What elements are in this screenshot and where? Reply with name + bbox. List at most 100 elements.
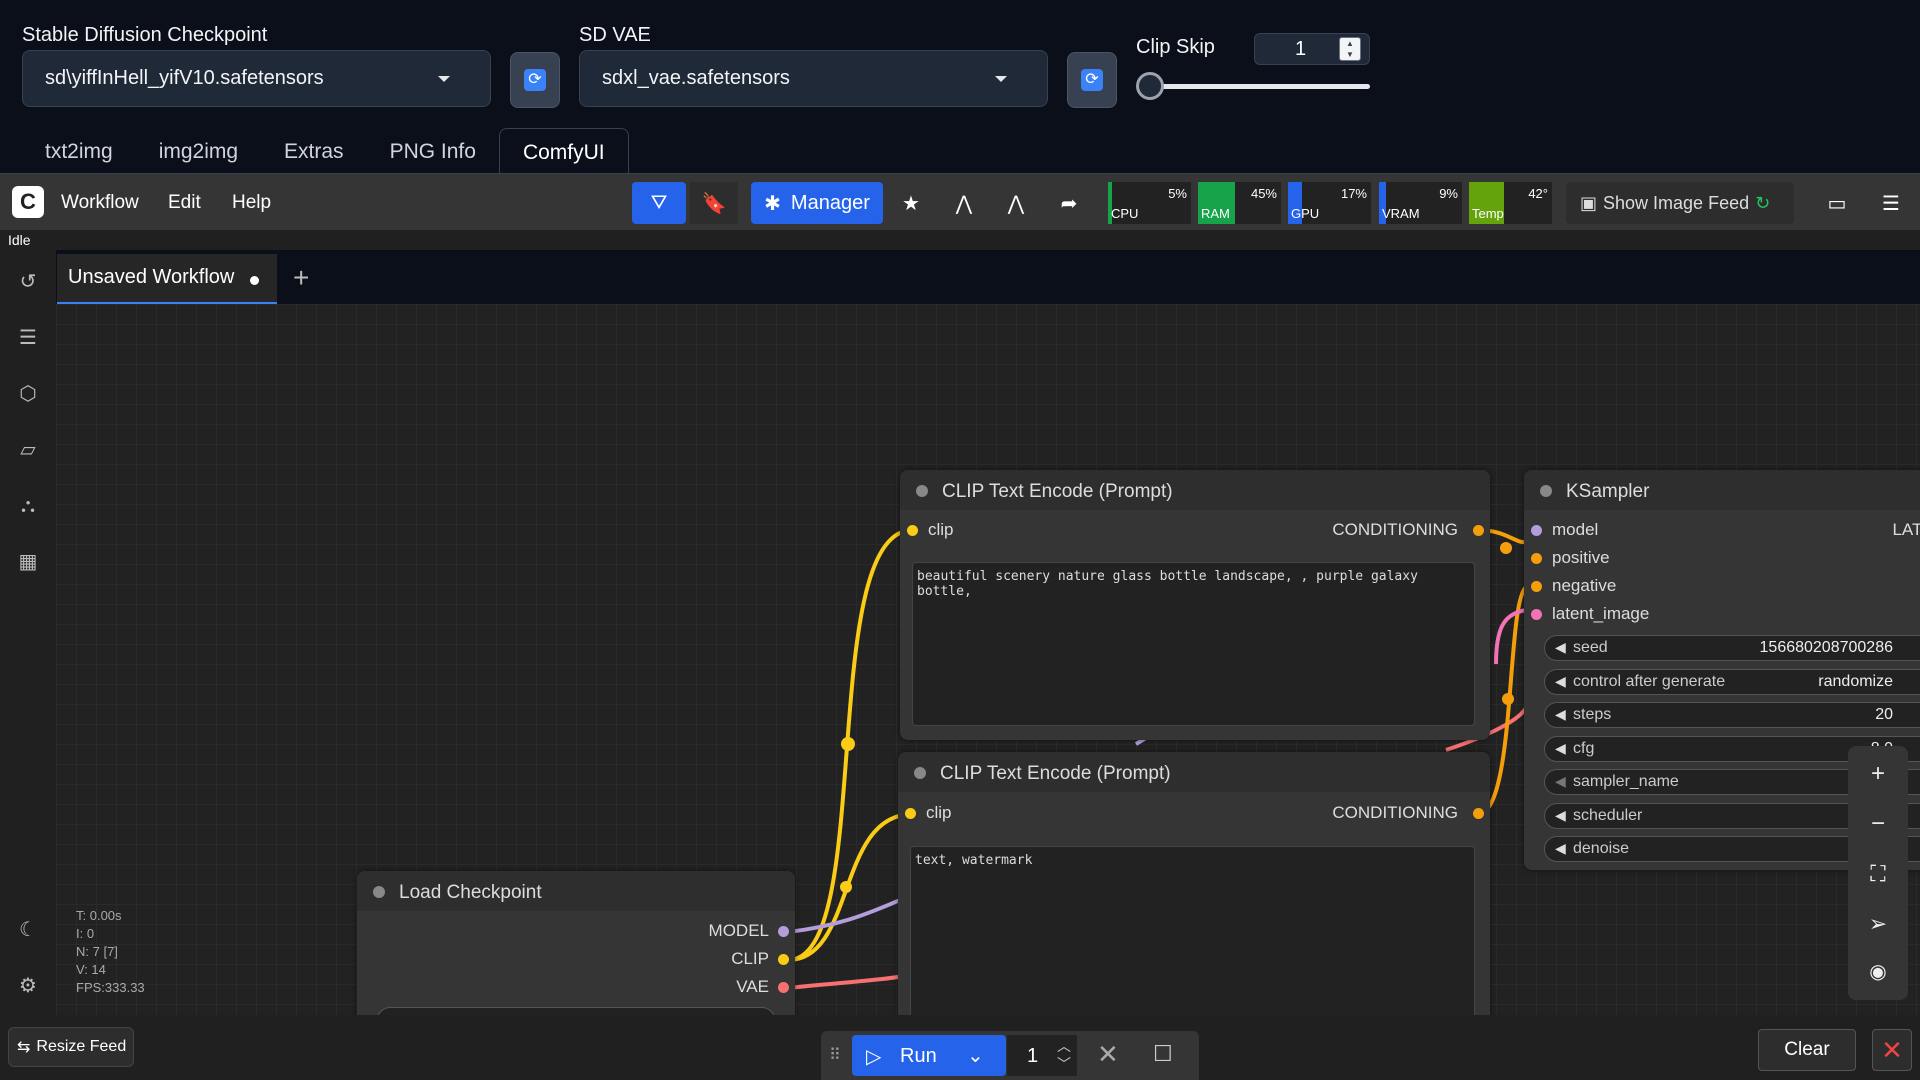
stop-icon[interactable]: ☐ bbox=[1153, 1041, 1173, 1067]
node-load-checkpoint[interactable]: Load Checkpoint MODEL CLIP VAE ◀ bbox=[357, 871, 795, 1015]
decrement-arrow-icon[interactable]: ◀ bbox=[1555, 673, 1566, 690]
input-pin-model[interactable] bbox=[1531, 525, 1542, 536]
model-upload-icon[interactable]: ⋀ bbox=[998, 182, 1034, 224]
close-feed-icon[interactable]: ✕ bbox=[1872, 1029, 1912, 1071]
node-title-text: Load Checkpoint bbox=[399, 882, 542, 903]
moon-icon[interactable]: ☾ bbox=[16, 918, 40, 942]
tab-png-info[interactable]: PNG Info bbox=[367, 128, 499, 174]
refresh-checkpoint-button[interactable]: ⟳ bbox=[510, 52, 560, 108]
decrement-arrow-icon[interactable]: ◀ bbox=[1555, 740, 1566, 757]
output-pin-clip[interactable] bbox=[778, 954, 789, 965]
refresh-vae-button[interactable]: ⟳ bbox=[1067, 52, 1117, 108]
folder-icon[interactable]: ▱ bbox=[16, 438, 40, 462]
add-workflow-icon[interactable]: + bbox=[293, 262, 309, 294]
resize-feed-button[interactable]: ⇆ Resize Feed bbox=[8, 1027, 134, 1067]
clip-skip-value: 1 bbox=[1295, 37, 1307, 60]
fit-view-icon[interactable]: ⛶ bbox=[1866, 862, 1890, 886]
prompt-textarea[interactable]: beautiful scenery nature glass bottle la… bbox=[912, 562, 1475, 726]
bookmark-icon[interactable]: 🔖 bbox=[690, 182, 738, 224]
widget-name: sampler_name bbox=[1573, 773, 1679, 790]
comfy-logo[interactable]: C bbox=[12, 186, 44, 218]
collapse-dot-icon[interactable] bbox=[916, 485, 928, 497]
decrement-arrow-icon[interactable]: ◀ bbox=[1555, 706, 1566, 723]
node-clip-text-positive[interactable]: CLIP Text Encode (Prompt) clip CONDITION… bbox=[900, 470, 1490, 740]
decrement-arrow-icon[interactable]: ◀ bbox=[1555, 773, 1566, 790]
locate-icon[interactable]: ➢ bbox=[1866, 912, 1890, 936]
run-label: Run bbox=[900, 1045, 937, 1067]
stat-line: FPS:333.33 bbox=[76, 980, 145, 995]
widget-control-after-generate[interactable]: ◀ control after generate randomize bbox=[1544, 669, 1920, 695]
stat-value: 45% bbox=[1250, 186, 1277, 201]
batch-count-input[interactable]: 1 ︿ ﹀ bbox=[1007, 1035, 1077, 1076]
node-title[interactable]: Load Checkpoint bbox=[357, 871, 795, 911]
model-download-icon[interactable]: ⋀ bbox=[946, 182, 982, 224]
menu-edit[interactable]: Edit bbox=[168, 192, 201, 214]
output-pin-conditioning[interactable] bbox=[1473, 808, 1484, 819]
output-pin-conditioning[interactable] bbox=[1473, 525, 1484, 536]
zoom-in-icon[interactable]: + bbox=[1866, 762, 1890, 786]
workflow-tab-title: Unsaved Workflow bbox=[68, 266, 235, 288]
output-pin-vae[interactable] bbox=[778, 982, 789, 993]
star-icon[interactable]: ★ bbox=[893, 182, 929, 224]
collapse-dot-icon[interactable] bbox=[914, 767, 926, 779]
input-pin-clip[interactable] bbox=[905, 808, 916, 819]
show-image-feed-button[interactable]: ▣ Show Image Feed ↻ bbox=[1566, 182, 1794, 224]
collapse-dot-icon[interactable] bbox=[1540, 485, 1552, 497]
decrement-arrow-icon[interactable]: ◀ bbox=[1555, 807, 1566, 824]
run-button[interactable]: ▷ Run ⌄ bbox=[852, 1035, 1006, 1076]
node-library-icon[interactable]: ⛬ bbox=[16, 494, 40, 518]
history-icon[interactable]: ↺ bbox=[16, 270, 40, 294]
unsaved-dot-icon[interactable] bbox=[250, 276, 259, 285]
vae-dropdown[interactable]: sdxl_vae.safetensors bbox=[579, 50, 1048, 107]
share-icon[interactable]: ➦ bbox=[1051, 182, 1087, 224]
tab-extras[interactable]: Extras bbox=[261, 128, 367, 174]
node-title[interactable]: CLIP Text Encode (Prompt) bbox=[900, 470, 1490, 510]
zoom-out-icon[interactable]: − bbox=[1866, 812, 1890, 836]
menu-help[interactable]: Help bbox=[232, 192, 271, 214]
input-pin-latent[interactable] bbox=[1531, 609, 1542, 620]
input-pin-clip[interactable] bbox=[907, 525, 918, 536]
input-pin-positive[interactable] bbox=[1531, 553, 1542, 564]
manager-label: Manager bbox=[790, 191, 870, 214]
clip-skip-input[interactable]: 1 ▲ ▼ bbox=[1254, 33, 1370, 65]
gear-icon[interactable]: ⚙ bbox=[16, 974, 40, 998]
spinner-arrows-icon[interactable]: ▲ ▼ bbox=[1339, 37, 1361, 61]
gallery-icon[interactable]: ▦ bbox=[16, 550, 40, 574]
widget-steps[interactable]: ◀ steps 20 bbox=[1544, 702, 1920, 728]
node-title[interactable]: KSampler bbox=[1524, 470, 1920, 510]
widget-seed[interactable]: ◀ seed 156680208700286 bbox=[1544, 635, 1920, 661]
cube-icon[interactable]: ⬡ bbox=[16, 382, 40, 406]
decrement-arrow-icon[interactable]: ◀ bbox=[1555, 840, 1566, 857]
drag-handle-icon[interactable]: ⠿ bbox=[829, 1045, 841, 1065]
clip-skip-slider-track[interactable] bbox=[1150, 84, 1370, 89]
queue-icon[interactable]: ☰ bbox=[16, 326, 40, 350]
vae-label: SD VAE bbox=[579, 24, 651, 46]
collapse-dot-icon[interactable] bbox=[373, 886, 385, 898]
widget-ckpt-name[interactable]: ◀ bbox=[377, 1007, 775, 1015]
eye-icon[interactable]: ◉ bbox=[1866, 960, 1890, 984]
manager-button[interactable]: ✱ Manager bbox=[751, 182, 883, 224]
clip-skip-slider-thumb[interactable] bbox=[1136, 72, 1164, 100]
checkpoint-dropdown[interactable]: sd\yiffInHell_yifV10.safetensors bbox=[22, 50, 491, 107]
cancel-icon[interactable]: ✕ bbox=[1097, 1039, 1119, 1070]
spinner-arrows-icon[interactable]: ︿ ﹀ bbox=[1057, 1037, 1071, 1073]
clear-button[interactable]: Clear bbox=[1758, 1029, 1856, 1071]
input-pin-negative[interactable] bbox=[1531, 581, 1542, 592]
output-label: MODEL bbox=[708, 921, 769, 940]
hamburger-menu-icon[interactable]: ☰ bbox=[1876, 182, 1906, 224]
node-title[interactable]: CLIP Text Encode (Prompt) bbox=[898, 752, 1490, 792]
workflow-tab[interactable]: Unsaved Workflow bbox=[57, 254, 277, 304]
output-pin-model[interactable] bbox=[778, 926, 789, 937]
node-clip-text-negative[interactable]: CLIP Text Encode (Prompt) clip CONDITION… bbox=[898, 752, 1490, 1015]
tab-txt2img[interactable]: txt2img bbox=[22, 128, 136, 174]
prompt-textarea[interactable]: text, watermark bbox=[910, 846, 1475, 1015]
chevron-down-icon[interactable]: ⌄ bbox=[967, 1043, 984, 1068]
crystools-icon[interactable]: ⛛ bbox=[632, 182, 686, 224]
tab-img2img[interactable]: img2img bbox=[136, 128, 261, 174]
menu-workflow[interactable]: Workflow bbox=[61, 192, 139, 214]
panel-toggle-icon[interactable]: ▭ bbox=[1822, 182, 1852, 224]
decrement-arrow-icon[interactable]: ◀ bbox=[1555, 639, 1566, 656]
widget-name: scheduler bbox=[1573, 807, 1643, 824]
tab-comfyui[interactable]: ComfyUI bbox=[498, 128, 629, 174]
graph-canvas[interactable]: CLIP Text Encode (Prompt) clip CONDITION… bbox=[56, 304, 1920, 1015]
